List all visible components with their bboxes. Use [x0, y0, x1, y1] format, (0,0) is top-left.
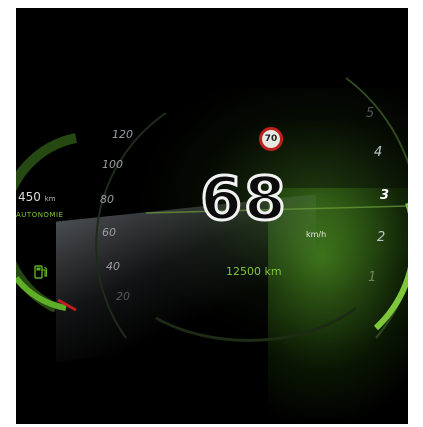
instrument-cluster-display: 120 100 80 60 40 20 5 4 3 2 1 70 68 km/h… [16, 8, 408, 424]
range-value: 450 [18, 190, 41, 204]
speed-tick-120: 120 [112, 128, 133, 141]
speed-tick-60: 60 [102, 226, 116, 239]
gear-4: 4 [374, 145, 383, 160]
tachometer-fill [373, 203, 408, 331]
gear-3-active: 3 [380, 188, 390, 203]
range-label: AUTONOMIE [16, 211, 64, 219]
current-speed: 68 [199, 163, 288, 236]
range-gauge-arc [16, 133, 77, 313]
speed-unit: km/h [306, 230, 327, 239]
speed-tick-100: 100 [102, 158, 123, 171]
range-readout: 450 km [18, 190, 56, 204]
speed-tick-80: 80 [100, 193, 114, 206]
speed-limit-sign: 70 [259, 127, 283, 151]
gear-2: 2 [377, 230, 386, 245]
range-unit: km [44, 195, 56, 203]
speed-tick-40: 40 [106, 260, 120, 273]
gear-1: 1 [368, 270, 377, 285]
odometer: 12500 km [226, 265, 282, 278]
fuel-pump-icon [34, 265, 48, 279]
gear-5: 5 [366, 106, 375, 121]
speed-tick-20: 20 [116, 290, 130, 303]
center-gauge-arc [155, 306, 357, 342]
